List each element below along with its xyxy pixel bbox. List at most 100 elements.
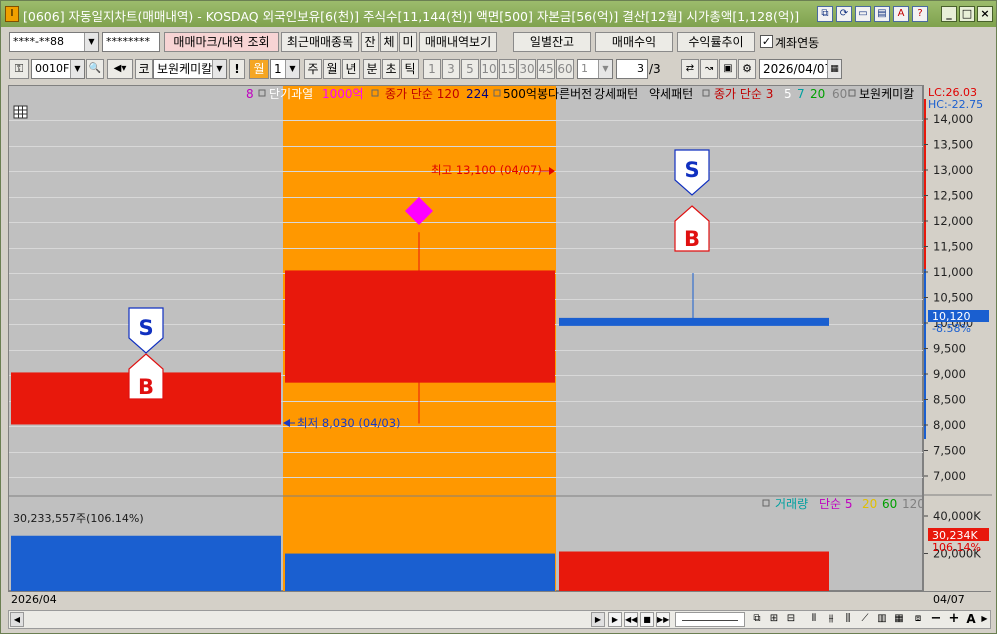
period-count-field[interactable]: 1 ▼ (270, 59, 300, 79)
sell-mark-label: S (684, 158, 699, 182)
interval-60-button[interactable]: 60 (556, 59, 574, 79)
interval-10-button[interactable]: 10 (480, 59, 498, 79)
refresh-icon[interactable]: ⟳ (836, 6, 852, 22)
close-icon[interactable]: × (977, 6, 993, 22)
maximize-icon[interactable]: □ (959, 6, 975, 22)
period-tick-button[interactable]: 틱 (401, 59, 419, 79)
grid-toggle-icon[interactable]: ▦ (891, 612, 907, 627)
date-field[interactable]: 2026/04/07 ▦ (759, 59, 842, 79)
account-link-checkbox[interactable]: ✓ (760, 35, 773, 48)
play-icon[interactable]: ▶ (608, 612, 622, 627)
scroll-right-icon[interactable]: ▶ (591, 612, 605, 627)
unfilled-button[interactable]: 미 (399, 32, 417, 52)
period-minute-button[interactable]: 분 (363, 59, 381, 79)
password-field[interactable]: ******** (102, 32, 160, 52)
period-month-button[interactable]: 월 (249, 59, 269, 79)
legend-ma60: 60 (832, 87, 847, 101)
range-bar-up (924, 99, 926, 269)
price-tick-label: 8,000 (933, 418, 966, 432)
volume-icon[interactable]: ▥ (874, 612, 890, 627)
link-icon[interactable]: ⧉ (817, 6, 833, 22)
window-icon[interactable]: ▭ (855, 6, 871, 22)
legend-num8: 8 (246, 87, 254, 101)
trade-history-button[interactable]: 매매내역보기 (419, 32, 497, 52)
trade-profit-button[interactable]: 매매수익 (595, 32, 673, 52)
calendar-icon[interactable]: ▦ (827, 60, 841, 78)
search-icon[interactable]: 🔍 (86, 59, 104, 79)
legend-pattern1: 500억봉다른버전 (503, 87, 592, 101)
text-tool-icon[interactable]: A (964, 612, 978, 627)
fill-button[interactable]: 체 (380, 32, 398, 52)
layout-icon[interactable]: ⊞ (766, 612, 782, 627)
split-icon[interactable]: ⊟ (783, 612, 799, 627)
scroll-left-icon[interactable]: ◀ (10, 612, 24, 627)
chevron-down-icon[interactable]: ▼ (285, 60, 299, 78)
trade-mark-button[interactable]: 매매마크/내역 조회 (164, 32, 279, 52)
period-second-button[interactable]: 초 (382, 59, 400, 79)
price-tick-label: 8,500 (933, 393, 966, 407)
legend-close-simple: 종가 단순 120 (385, 87, 460, 101)
chart-type-icon[interactable]: ⫼ (840, 612, 856, 627)
price-tick-label: 10,500 (933, 291, 973, 305)
chevron-down-icon[interactable]: ▼ (598, 60, 612, 78)
account-number-field[interactable]: ****-**88 ▼ (9, 32, 99, 52)
help-icon[interactable]: ? (912, 6, 928, 22)
export-icon[interactable]: ▤ (874, 6, 890, 22)
candle-icon[interactable]: ⫵ (823, 612, 839, 627)
chart-tool-icon[interactable]: ↝ (700, 59, 718, 79)
interval-1-button[interactable]: 1 (423, 59, 441, 79)
period-count-value: 1 (274, 62, 282, 76)
market-label[interactable]: 코 (135, 59, 153, 79)
grid-icon[interactable] (13, 105, 28, 119)
high-annotation: 최고 13,100 (04/07) (431, 163, 555, 177)
rewind-icon[interactable]: ◀◀ (624, 612, 638, 627)
zoom-box-icon[interactable]: ⧉ (749, 612, 765, 627)
period-year-button[interactable]: 년 (342, 59, 360, 79)
return-trend-button[interactable]: 수익률추이 (677, 32, 755, 52)
legend-vol-120: 120 (902, 497, 924, 511)
gear-icon[interactable]: ⚙ (738, 59, 756, 79)
stock-name-field[interactable]: 보원케미칼 ▼ (153, 59, 227, 79)
chevron-down-icon[interactable]: ▼ (212, 60, 226, 78)
speed-slider[interactable] (675, 612, 745, 627)
stop-icon[interactable]: ■ (640, 612, 654, 627)
chevron-down-icon[interactable]: ▼ (84, 33, 98, 51)
interval-field[interactable]: 1 ▼ (577, 59, 613, 79)
volume-pct: 106.14% (932, 541, 981, 554)
stock-name-value: 보원케미칼 (157, 62, 213, 76)
line-icon[interactable]: ⟋ (857, 612, 873, 627)
speaker-icon[interactable]: ◀▾ (107, 59, 133, 79)
interval-30-button[interactable]: 30 (518, 59, 536, 79)
period-week-button[interactable]: 주 (304, 59, 322, 79)
interval-15-button[interactable]: 15 (499, 59, 517, 79)
arrows-icon[interactable]: ⇄ (681, 59, 699, 79)
interval-5-button[interactable]: 5 (461, 59, 479, 79)
compare-icon[interactable]: ⧈ (910, 612, 926, 627)
lock-icon[interactable]: ⚿ (9, 59, 29, 79)
title-bar[interactable]: I [0606] 자동일지차트(매매내역) - KOSDAQ 외국인보유[6(천… (1, 1, 996, 27)
fast-forward-icon[interactable]: ▶▶ (656, 612, 670, 627)
save-icon[interactable]: ▣ (719, 59, 737, 79)
minimize-icon[interactable]: _ (941, 6, 957, 22)
more-icon[interactable]: ▶ (979, 612, 990, 627)
interval-3-button[interactable]: 3 (442, 59, 460, 79)
alert-button[interactable]: ! (229, 59, 245, 79)
volume-bar (559, 551, 829, 592)
chart-panel[interactable]: 8 단기과열 1000억 종가 단순 120 224 500억봉다른버전 강세패… (8, 85, 924, 592)
chevron-down-icon[interactable]: ▼ (70, 60, 84, 78)
font-icon[interactable]: A (893, 6, 909, 22)
zoom-in-icon[interactable]: + (947, 611, 961, 626)
interval-45-button[interactable]: 45 (537, 59, 555, 79)
chart-scrollbar[interactable]: ◀ ▶ ▶ ◀◀ ■ ▶▶ ⧉ ⊞ ⊟ ⫴ ⫵ ⫼ ⟋ ▥ ▦ ⧈ − + A … (8, 610, 991, 629)
recent-trades-button[interactable]: 최근매매종목 (281, 32, 359, 52)
stock-code-field[interactable]: 0010F0 ▼ (31, 59, 85, 79)
range-bar-down (924, 269, 926, 439)
bars-icon[interactable]: ⫴ (806, 612, 822, 627)
price-chart[interactable]: 8 단기과열 1000억 종가 단순 120 224 500억봉다른버전 강세패… (9, 86, 924, 592)
page-current-field[interactable]: 3 (616, 59, 648, 79)
period-month2-button[interactable]: 월 (323, 59, 341, 79)
balance-button[interactable]: 잔 (361, 32, 379, 52)
daily-balance-button[interactable]: 일별잔고 (513, 32, 591, 52)
zoom-out-icon[interactable]: − (929, 611, 943, 626)
low-label: 최저 8,030 (04/03) (297, 416, 401, 430)
